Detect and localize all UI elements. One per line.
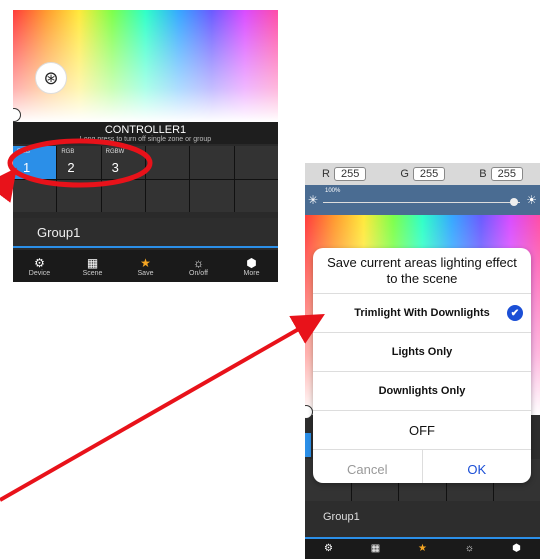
zone-empty[interactable] bbox=[190, 146, 234, 179]
option-label: Downlights Only bbox=[378, 385, 466, 397]
controller-title: CONTROLLER1 bbox=[104, 124, 187, 136]
color-wheel-icon[interactable]: ⊛ bbox=[35, 62, 67, 94]
bottom-nav: ⚙ ▦ ★ ☼ ⬢ bbox=[305, 537, 540, 559]
group-row[interactable]: Group1 bbox=[323, 511, 360, 523]
nav-onoff[interactable]: ☼ On/off bbox=[172, 250, 225, 282]
green-label: G bbox=[400, 168, 409, 180]
bottom-nav: ⚙ Device ▦ Scene ★ Save ☼ On/off ⬢ More bbox=[13, 250, 278, 282]
gear-icon[interactable]: ⚙ bbox=[305, 539, 352, 559]
star-icon: ★ bbox=[140, 255, 151, 270]
brightness-percent: 100% bbox=[325, 188, 341, 194]
blue-field[interactable]: B 255 bbox=[479, 167, 523, 181]
left-app-screen: ⊛ CONTROLLER1 Long press to turn off sin… bbox=[13, 10, 278, 282]
option-label: Trimlight With Downlights bbox=[354, 307, 490, 319]
zone-empty[interactable] bbox=[101, 179, 145, 212]
zone-number: 3 bbox=[111, 160, 119, 175]
right-app-screen: R 255 G 255 B 255 100% ✳ ☀ Group1 ⚙ ▦ ★ ☼ ⬢… bbox=[305, 163, 540, 559]
rgb-values-bar: R 255 G 255 B 255 bbox=[305, 163, 540, 185]
dialog-title: Save current areas lighting effect to th… bbox=[313, 248, 531, 294]
bulb-icon[interactable]: ☼ bbox=[446, 539, 493, 559]
group-row[interactable]: Group1 bbox=[13, 218, 278, 248]
arrow-to-dialog bbox=[0, 314, 325, 502]
nav-label: Save bbox=[137, 269, 154, 277]
zone-empty[interactable] bbox=[145, 146, 190, 179]
zone-1[interactable]: RGB 1 bbox=[13, 146, 57, 179]
nav-label: On/off bbox=[189, 269, 208, 277]
nav-label: More bbox=[243, 269, 260, 277]
checkmark-icon: ✔ bbox=[507, 305, 523, 321]
gear-icon: ⚙ bbox=[34, 255, 45, 270]
zone-empty[interactable] bbox=[145, 179, 190, 212]
brightness-knob[interactable] bbox=[510, 198, 518, 206]
zone-type: RGB bbox=[61, 149, 75, 155]
cube-icon: ⬢ bbox=[246, 255, 257, 270]
green-field[interactable]: G 255 bbox=[400, 167, 446, 181]
grid-icon[interactable]: ▦ bbox=[352, 539, 399, 559]
nav-more[interactable]: ⬢ More bbox=[225, 250, 278, 282]
ok-button[interactable]: OK bbox=[423, 450, 532, 483]
option-downlights-only[interactable]: Downlights Only bbox=[313, 372, 531, 411]
zone-empty[interactable] bbox=[57, 179, 101, 212]
red-field[interactable]: R 255 bbox=[322, 167, 367, 181]
blue-value[interactable]: 255 bbox=[490, 167, 523, 181]
option-label: Lights Only bbox=[391, 346, 453, 358]
sun-low-icon: ✳ bbox=[308, 193, 319, 207]
zone-1[interactable] bbox=[305, 433, 311, 457]
zone-3[interactable]: RGBW 3 bbox=[101, 146, 145, 179]
zone-number: 1 bbox=[23, 160, 31, 175]
zone-grid: RGB 1 RGB 2 RGBW 3 bbox=[13, 146, 278, 212]
brightness-track[interactable] bbox=[323, 202, 520, 203]
nav-scene[interactable]: ▦ Scene bbox=[66, 250, 119, 282]
zone-type: RGB bbox=[17, 149, 31, 155]
arrow-to-zones bbox=[0, 167, 17, 203]
save-scene-dialog: Save current areas lighting effect to th… bbox=[313, 248, 531, 483]
nav-device[interactable]: ⚙ Device bbox=[13, 250, 66, 282]
sun-high-icon: ☀ bbox=[526, 193, 537, 207]
nav-save[interactable]: ★ Save bbox=[119, 250, 172, 282]
cancel-button[interactable]: Cancel bbox=[313, 450, 423, 483]
zone-empty[interactable] bbox=[190, 179, 234, 212]
option-trimlight-with-downlights[interactable]: Trimlight With Downlights ✔ bbox=[313, 294, 531, 333]
zone-empty[interactable] bbox=[13, 179, 57, 212]
star-icon[interactable]: ★ bbox=[399, 539, 446, 559]
brightness-slider[interactable]: 100% ✳ ☀ bbox=[305, 185, 540, 215]
option-lights-only[interactable]: Lights Only bbox=[313, 333, 531, 372]
cube-icon[interactable]: ⬢ bbox=[493, 539, 540, 559]
zone-2[interactable]: RGB 2 bbox=[57, 146, 101, 179]
controller-header: CONTROLLER1 Long press to turn off singl… bbox=[13, 122, 278, 144]
blue-label: B bbox=[479, 168, 487, 180]
option-off[interactable]: OFF bbox=[313, 411, 531, 450]
bulb-icon: ☼ bbox=[193, 255, 204, 270]
zone-number: 2 bbox=[67, 160, 75, 175]
grid-icon: ▦ bbox=[86, 255, 99, 270]
red-label: R bbox=[322, 168, 330, 180]
dialog-actions: Cancel OK bbox=[313, 450, 531, 483]
controller-subtitle: Long press to turn off single zone or gr… bbox=[79, 136, 212, 143]
green-value[interactable]: 255 bbox=[412, 167, 446, 181]
red-value[interactable]: 255 bbox=[333, 167, 367, 181]
nav-label: Scene bbox=[82, 269, 103, 277]
nav-label: Device bbox=[28, 269, 51, 277]
zone-empty[interactable] bbox=[234, 146, 278, 179]
option-label: OFF bbox=[409, 422, 435, 438]
zone-type: RGBW bbox=[105, 149, 125, 155]
zone-empty[interactable] bbox=[234, 179, 278, 212]
